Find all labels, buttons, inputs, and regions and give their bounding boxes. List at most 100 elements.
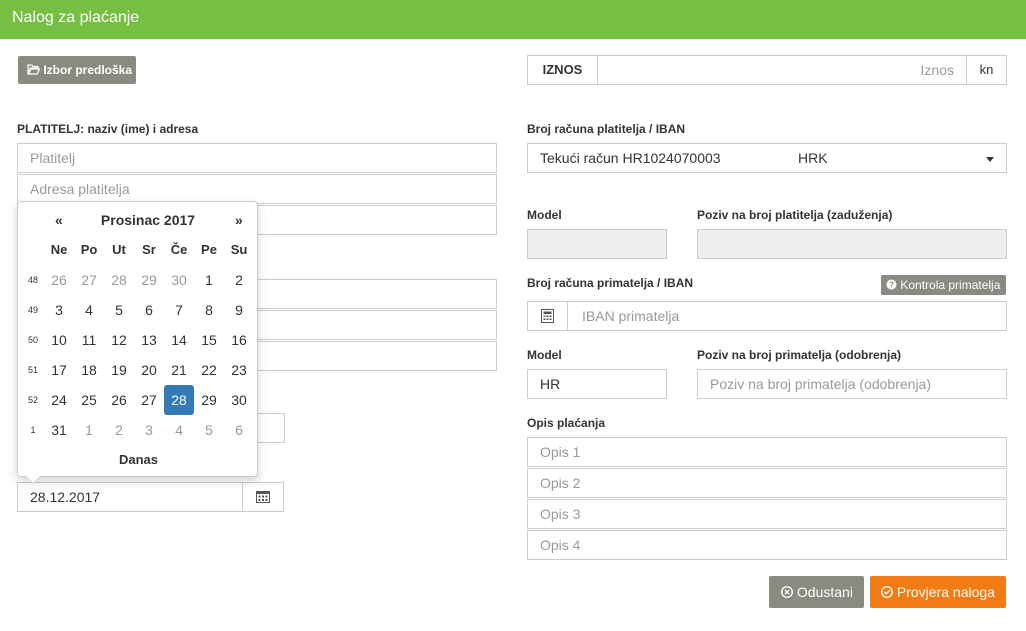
recipient-model-value: HR (540, 376, 561, 392)
weekday-header: Sr (142, 242, 156, 257)
calendar-day[interactable]: 9 (224, 295, 254, 325)
iban-calculator-button[interactable] (528, 302, 568, 330)
calendar-day[interactable]: 30 (164, 265, 194, 295)
description-3-placeholder: Opis 3 (540, 506, 581, 522)
calendar-day[interactable]: 29 (134, 265, 164, 295)
calendar-day[interactable]: 27 (74, 265, 104, 295)
folder-open-icon (27, 63, 43, 77)
cancel-button[interactable]: Odustani (769, 576, 864, 608)
datepicker-month-title[interactable]: Prosinac 2017 (88, 212, 208, 228)
calendar-day[interactable]: 31 (44, 415, 74, 445)
calendar-day[interactable]: 2 (104, 415, 134, 445)
weekday-header: Če (170, 242, 188, 257)
calendar-day[interactable]: 21 (164, 355, 194, 385)
calendar-day[interactable]: 25 (74, 385, 104, 415)
payer-reference-label: Poziv na broj platitelja (zaduženja) (697, 208, 893, 222)
recipient-iban-input[interactable]: IBAN primatelja (527, 301, 1007, 331)
calendar-day[interactable]: 1 (194, 265, 224, 295)
calendar-day[interactable]: 14 (164, 325, 194, 355)
recipient-model-input[interactable]: HR (527, 369, 667, 399)
payer-model-label: Model (527, 208, 562, 222)
calendar-day[interactable]: 8 (194, 295, 224, 325)
datepicker-prev-button[interactable]: « (55, 212, 63, 228)
calendar-day[interactable]: 22 (194, 355, 224, 385)
calendar-day[interactable]: 10 (44, 325, 74, 355)
weekday-header: Su (230, 242, 248, 257)
calendar-day[interactable]: 28 (104, 265, 134, 295)
payer-account-select[interactable]: Tekući račun HR1024070003 HRK (527, 143, 1007, 173)
template-select-button[interactable]: Izbor predloška (18, 56, 136, 84)
description-1-input[interactable]: Opis 1 (527, 437, 1007, 467)
calendar-day[interactable]: 19 (104, 355, 134, 385)
calendar-day[interactable]: 12 (104, 325, 134, 355)
calendar-day[interactable]: 3 (134, 415, 164, 445)
calendar-day[interactable]: 23 (224, 355, 254, 385)
calendar-day[interactable]: 29 (194, 385, 224, 415)
datepicker-today-button[interactable]: Danas (18, 452, 259, 467)
payer-reference-field (697, 229, 1007, 259)
calendar-day[interactable]: 30 (224, 385, 254, 415)
calendar-day-selected[interactable]: 28 (164, 385, 194, 415)
payer-account-currency: HRK (798, 150, 828, 166)
recipient-reference-input[interactable]: Poziv na broj primatelja (odobrenja) (697, 369, 1007, 399)
calendar-day[interactable]: 11 (74, 325, 104, 355)
calendar-day[interactable]: 13 (134, 325, 164, 355)
calendar-day[interactable]: 26 (104, 385, 134, 415)
payer-account-label: Broj računa platitelja / IBAN (527, 122, 686, 136)
calendar-day[interactable]: 4 (74, 295, 104, 325)
payer-name-placeholder: Platitelj (30, 150, 76, 166)
description-label: Opis plaćanja (527, 416, 606, 430)
week-number: 51 (27, 365, 38, 375)
description-2-placeholder: Opis 2 (540, 475, 581, 491)
description-2-input[interactable]: Opis 2 (527, 468, 1007, 498)
calendar-day[interactable]: 7 (164, 295, 194, 325)
recipient-reference-label: Poziv na broj primatelja (odobrenja) (697, 348, 902, 362)
calendar-day[interactable]: 6 (134, 295, 164, 325)
week-number: 48 (27, 275, 38, 285)
week-number: 49 (27, 305, 38, 315)
description-4-input[interactable]: Opis 4 (527, 530, 1007, 560)
date-picker-button[interactable] (242, 483, 283, 511)
recipient-check-button[interactable]: ? Kontrola primatelja (881, 275, 1006, 295)
calendar-day[interactable]: 18 (74, 355, 104, 385)
calendar-day[interactable]: 1 (74, 415, 104, 445)
page-title: Nalog za plaćanje (12, 9, 140, 26)
verify-order-button[interactable]: Provjera naloga (870, 576, 1006, 608)
calendar-day[interactable]: 17 (44, 355, 74, 385)
calendar-day[interactable]: 20 (134, 355, 164, 385)
recipient-check-label: Kontrola primatelja (900, 278, 1001, 292)
amount-group: IZNOS Iznos kn (527, 55, 1007, 85)
question-circle-icon: ? (886, 278, 900, 292)
calendar-day[interactable]: 5 (104, 295, 134, 325)
calendar-day[interactable]: 4 (164, 415, 194, 445)
date-input[interactable]: 28.12.2017 (17, 482, 284, 512)
payer-name-input[interactable]: Platitelj (17, 143, 497, 173)
week-number: 52 (27, 395, 38, 405)
check-circle-icon (880, 584, 897, 600)
payer-model-field (527, 229, 667, 259)
weekday-header: Po (80, 242, 98, 257)
datepicker-pointer-inner (26, 476, 40, 483)
datepicker-next-button[interactable]: » (235, 212, 243, 228)
calendar-day[interactable]: 16 (224, 325, 254, 355)
description-3-input[interactable]: Opis 3 (527, 499, 1007, 529)
payer-account-value: Tekući račun HR1024070003 (540, 150, 721, 166)
calendar-day[interactable]: 24 (44, 385, 74, 415)
week-number: 1 (30, 425, 36, 435)
payer-section-label: PLATITELJ: naziv (ime) i adresa (17, 122, 199, 136)
calendar-day[interactable]: 6 (224, 415, 254, 445)
calendar-day[interactable]: 3 (44, 295, 74, 325)
calendar-day[interactable]: 5 (194, 415, 224, 445)
app-header: Nalog za plaćanje (0, 0, 1026, 39)
payer-address-input[interactable]: Adresa platitelja (17, 174, 497, 204)
amount-input[interactable]: Iznos (921, 62, 954, 78)
recipient-reference-placeholder: Poziv na broj primatelja (odobrenja) (710, 376, 931, 392)
calendar-day[interactable]: 2 (224, 265, 254, 295)
times-circle-icon (780, 584, 797, 600)
recipient-iban-placeholder: IBAN primatelja (582, 308, 680, 324)
calendar-day[interactable]: 27 (134, 385, 164, 415)
calendar-day[interactable]: 26 (44, 265, 74, 295)
week-number: 50 (27, 335, 38, 345)
date-value: 28.12.2017 (30, 489, 101, 505)
calendar-day[interactable]: 15 (194, 325, 224, 355)
